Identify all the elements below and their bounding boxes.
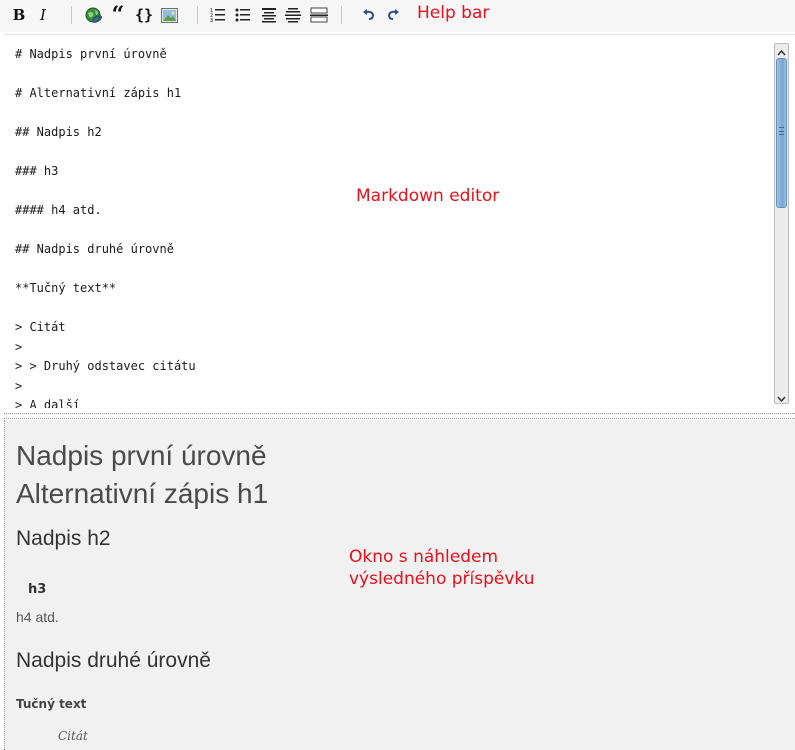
help-bar-annotation: Help bar <box>417 3 490 23</box>
preview-pane: Nadpis první úrovně Alternativní zápis h… <box>4 420 795 750</box>
preview-heading-h4: h4 atd. <box>16 609 59 625</box>
heading-icon <box>261 7 277 23</box>
markdown-editor-textarea[interactable]: # Nadpis první úrovně # Alternativní záp… <box>4 34 795 408</box>
heading-button[interactable] <box>260 6 278 24</box>
editor-line: **Tučný text** <box>15 281 117 295</box>
preview-annotation-line: výsledného příspěvku <box>349 569 535 589</box>
image-icon <box>160 7 178 23</box>
chevron-down-icon <box>777 387 786 406</box>
horizontal-rule-block-button[interactable] <box>309 6 329 24</box>
preview-heading-h1: Nadpis první úrovně <box>16 440 267 471</box>
editor-line: ## Nadpis druhé úrovně <box>15 242 174 256</box>
horizontal-rule-icon <box>285 7 301 23</box>
preview-bold-text: Tučný text <box>16 697 87 711</box>
bold-icon: B <box>12 6 26 24</box>
toolbar-separator <box>71 6 72 24</box>
code-braces-icon: {} <box>134 6 154 24</box>
italic-icon: I <box>40 6 46 24</box>
quote-button[interactable]: “ <box>108 2 128 28</box>
redo-icon <box>386 9 400 21</box>
undo-button[interactable] <box>360 6 378 24</box>
toolbar-separator <box>341 6 342 24</box>
preview-heading-h1: Alternativní zápis h1 <box>16 478 269 509</box>
editor-line: > > Druhý odstavec citátu <box>15 359 196 373</box>
editor-line: > <box>15 339 23 354</box>
preview-heading-h2: Nadpis druhé úrovně <box>16 649 211 672</box>
image-button[interactable] <box>159 6 179 24</box>
scroll-up-button[interactable] <box>775 44 788 57</box>
link-button[interactable] <box>84 6 104 24</box>
quote-icon: “ <box>111 2 125 28</box>
preview-heading-h2: Nadpis h2 <box>16 527 111 550</box>
editor-scrollbar[interactable] <box>774 43 789 404</box>
bulleted-list-button[interactable] <box>234 6 252 24</box>
numbered-list-button[interactable]: 123 <box>209 6 227 24</box>
undo-icon <box>362 9 376 21</box>
preview-blockquote: Citát <box>58 729 88 743</box>
editor-line: # Nadpis první úrovně <box>15 47 167 61</box>
numbered-list-icon: 123 <box>210 7 226 23</box>
bulleted-list-icon <box>235 7 251 23</box>
code-button[interactable]: {} <box>133 6 155 24</box>
markdown-editor-annotation: Markdown editor <box>356 186 500 206</box>
editor-line: #### h4 atd. <box>15 203 102 217</box>
scrollbar-thumb[interactable] <box>776 58 787 208</box>
editor-line: # Alternativní zápis h1 <box>15 86 182 100</box>
preview-heading-h3: h3 <box>28 582 47 597</box>
bold-button[interactable]: B <box>10 6 28 24</box>
link-globe-icon <box>85 6 103 24</box>
preview-annotation-line: Okno s náhledem <box>349 547 499 567</box>
toolbar-separator <box>197 6 198 24</box>
editor-line: > <box>15 378 23 393</box>
editor-line: > A další <box>15 398 81 408</box>
editor-line: ## Nadpis h2 <box>15 125 102 139</box>
horizontal-rule-button[interactable] <box>284 6 302 24</box>
preview-annotation: Okno s náhledem výsledného příspěvku <box>349 546 535 590</box>
horizontal-rule-block-icon <box>310 7 328 23</box>
editor-resize-handle[interactable] <box>4 413 795 419</box>
editor-line: ### h3 <box>15 164 59 178</box>
markdown-toolbar: B I “ {} 1 2 3 Help bar <box>0 0 795 32</box>
editor-content: # Nadpis první úrovně # Alternativní záp… <box>15 47 196 408</box>
scroll-down-button[interactable] <box>775 390 788 403</box>
editor-line: > Citát <box>15 320 66 334</box>
redo-button[interactable] <box>384 6 402 24</box>
svg-text:3: 3 <box>210 18 213 23</box>
scrollbar-grip-icon <box>779 127 784 135</box>
italic-button[interactable]: I <box>34 6 52 24</box>
